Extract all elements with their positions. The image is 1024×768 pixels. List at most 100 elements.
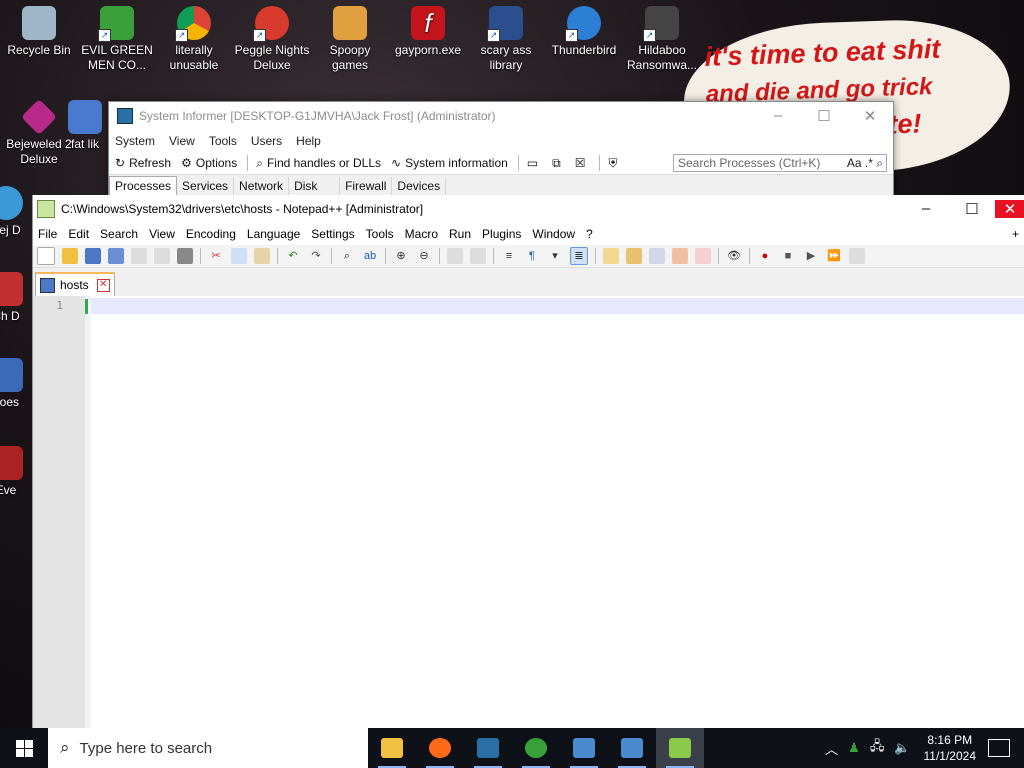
refresh-button[interactable]: ↻ Refresh xyxy=(115,156,171,170)
taskbar-firefox[interactable] xyxy=(416,728,464,768)
desktop-icon-eve[interactable]: Eve xyxy=(0,440,32,498)
menu-macro[interactable]: Macro xyxy=(405,227,438,241)
tab-network[interactable]: Network xyxy=(234,177,290,195)
fold-margin[interactable] xyxy=(85,296,91,728)
volume-icon[interactable]: 🔈 xyxy=(894,740,910,756)
tab-processes[interactable]: Processes xyxy=(109,176,178,195)
save-macro-icon[interactable] xyxy=(849,248,865,264)
tab-devices[interactable]: Devices xyxy=(392,177,447,195)
maximize-button[interactable]: ☐ xyxy=(801,107,847,125)
folder-as-workspace-icon[interactable] xyxy=(695,248,711,264)
desktop-icon-spoopy-games[interactable]: Spoopy games xyxy=(311,0,389,73)
menu-users[interactable]: Users xyxy=(251,134,282,148)
desktop-icon-peggle[interactable]: ↗ Peggle Nights Deluxe xyxy=(233,0,311,73)
menu-language[interactable]: Language xyxy=(247,227,300,241)
close-process-button[interactable]: ☒ xyxy=(575,156,590,170)
print-icon[interactable] xyxy=(177,248,193,264)
notepad-plus-plus-window[interactable]: C:\Windows\System32\drivers\etc\hosts - … xyxy=(32,195,1024,728)
menu-edit[interactable]: Edit xyxy=(68,227,89,241)
tab-hosts[interactable]: hosts ✕ xyxy=(35,272,115,296)
window-icon-button[interactable]: ▭ xyxy=(527,156,542,170)
find-icon[interactable]: ⌕ xyxy=(339,248,355,264)
menu-settings[interactable]: Settings xyxy=(311,227,354,241)
find-handles-button[interactable]: ⌕ Find handles or DLLs xyxy=(256,156,381,171)
run-macro-multiple-icon[interactable]: ⏩ xyxy=(826,248,842,264)
menu-help[interactable]: ? xyxy=(586,227,593,241)
desktop-icon-ch-d[interactable]: Ch D xyxy=(0,266,32,324)
menu-window[interactable]: Window xyxy=(532,227,575,241)
copy-icon[interactable] xyxy=(231,248,247,264)
tab-disk[interactable]: Disk xyxy=(289,177,341,195)
user-defined-language-icon[interactable] xyxy=(603,248,619,264)
save-icon[interactable] xyxy=(85,248,101,264)
new-file-icon[interactable] xyxy=(37,247,55,265)
search-processes-input[interactable]: Search Processes (Ctrl+K) Aa .* ⌕ xyxy=(673,154,887,172)
maximize-button[interactable]: ☐ xyxy=(949,200,995,218)
document-map-icon[interactable] xyxy=(626,248,642,264)
monitoring-eye-icon[interactable]: 👁 xyxy=(726,248,742,264)
desktop-icon-hildaboo[interactable]: ↗ Hildaboo Ransomwa... xyxy=(623,0,701,73)
menu-view[interactable]: View xyxy=(149,227,175,241)
desktop-icon-gayporn-exe[interactable]: f gayporn.exe xyxy=(389,0,467,58)
menu-file[interactable]: File xyxy=(38,227,57,241)
document-list-icon[interactable] xyxy=(649,248,665,264)
taskbar-search-box[interactable]: ⌕ Type here to search xyxy=(48,728,368,768)
stop-macro-icon[interactable]: ■ xyxy=(780,248,796,264)
menu-tools[interactable]: Tools xyxy=(366,227,394,241)
taskbar-notepad-plus-plus[interactable] xyxy=(656,728,704,768)
menu-system[interactable]: System xyxy=(115,134,155,148)
menu-plugins[interactable]: Plugins xyxy=(482,227,521,241)
menu-help[interactable]: Help xyxy=(296,134,321,148)
close-button[interactable]: ✕ xyxy=(847,107,893,125)
desktop-icon-evil-green-men[interactable]: ↗ EVIL GREEN MEN CO... xyxy=(78,0,156,73)
zoom-out-icon[interactable]: ⊖ xyxy=(416,248,432,264)
desktop-icon-literally-unusable[interactable]: ↗ literally unusable xyxy=(155,0,233,73)
clock[interactable]: 8:16 PM 11/1/2024 xyxy=(924,732,977,764)
system-information-button[interactable]: ∿ System information xyxy=(391,156,508,170)
minimize-button[interactable]: – xyxy=(755,107,801,125)
new-tab-plus-button[interactable]: + xyxy=(1012,227,1019,241)
close-all-icon[interactable] xyxy=(154,248,170,264)
menu-search[interactable]: Search xyxy=(100,227,138,241)
taskbar-file-explorer[interactable] xyxy=(368,728,416,768)
minimize-button[interactable]: – xyxy=(903,200,949,218)
record-macro-icon[interactable]: ● xyxy=(757,248,773,264)
tab-firewall[interactable]: Firewall xyxy=(340,177,393,195)
taskbar-system-informer[interactable] xyxy=(464,728,512,768)
close-button[interactable]: ✕ xyxy=(995,200,1024,218)
function-list-icon[interactable] xyxy=(672,248,688,264)
menu-tools[interactable]: Tools xyxy=(209,134,237,148)
desktop-icon-fat-lik[interactable]: fat lik xyxy=(62,94,108,152)
taskbar-evil-green-men[interactable] xyxy=(512,728,560,768)
close-tab-icon[interactable]: ✕ xyxy=(96,278,110,292)
options-button[interactable]: ⚙ Options xyxy=(181,156,237,170)
title-bar[interactable]: C:\Windows\System32\drivers\etc\hosts - … xyxy=(33,195,1024,223)
undo-icon[interactable]: ↶ xyxy=(285,248,301,264)
close-file-icon[interactable] xyxy=(131,248,147,264)
desktop-icon-recycle-bin[interactable]: Recycle Bin xyxy=(0,0,78,58)
sync-vertical-icon[interactable] xyxy=(447,248,463,264)
taskbar-remote-desktop-2[interactable] xyxy=(608,728,656,768)
open-file-icon[interactable] xyxy=(62,248,78,264)
desktop-icon-scary-ass-library[interactable]: ↗ scary ass library xyxy=(467,0,545,73)
cut-icon[interactable]: ✂ xyxy=(208,248,224,264)
notification-center-icon[interactable] xyxy=(988,739,1010,757)
find-window-button[interactable]: ⧉ xyxy=(552,156,565,171)
start-button[interactable] xyxy=(0,728,48,768)
menu-view[interactable]: View xyxy=(169,134,195,148)
redo-icon[interactable]: ↷ xyxy=(308,248,324,264)
sync-horizontal-icon[interactable] xyxy=(470,248,486,264)
chevron-up-icon[interactable]: ︿ xyxy=(825,739,838,758)
desktop-icon-does[interactable]: does xyxy=(0,352,32,410)
zoom-in-icon[interactable]: ⊕ xyxy=(393,248,409,264)
menu-encoding[interactable]: Encoding xyxy=(186,227,236,241)
word-wrap-icon[interactable]: ≡ xyxy=(501,248,517,264)
desktop-icon-bej-d[interactable]: Bej D xyxy=(0,180,32,238)
shield-button[interactable]: ⛨ xyxy=(608,156,621,171)
system-informer-window[interactable]: System Informer [DESKTOP-G1JMVHA\Jack Fr… xyxy=(108,101,894,196)
editor-area[interactable]: 1 xyxy=(33,296,1024,728)
desktop-icon-thunderbird[interactable]: ↗ Thunderbird xyxy=(545,0,623,58)
search-options[interactable]: Aa .* ⌕ xyxy=(847,156,886,171)
tab-services[interactable]: Services xyxy=(177,177,235,195)
menu-run[interactable]: Run xyxy=(449,227,471,241)
